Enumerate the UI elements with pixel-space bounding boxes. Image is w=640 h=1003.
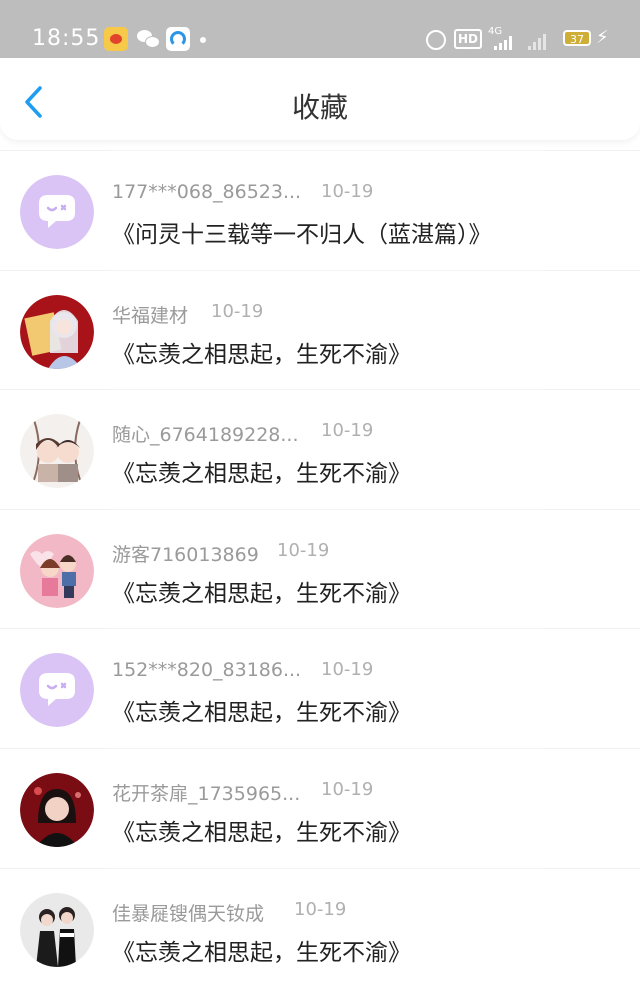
- username: 佳暴屣锼偶天钕成: [112, 902, 265, 925]
- list-item[interactable]: 华福建材 10-19 《忘羡之相思起，生死不渝》: [0, 269, 640, 390]
- photo-avatar: [20, 892, 94, 967]
- status-time: 18:55: [32, 26, 101, 51]
- date: 10-19: [321, 778, 374, 800]
- book-title: 《忘羡之相思起，生死不渝》: [112, 819, 411, 846]
- photo-avatar: [20, 294, 94, 369]
- favorites-list: 177***068_86523... 10-19 《问灵十三载等一不归人（蓝湛篇…: [0, 150, 640, 987]
- qq-browser-icon: [166, 27, 190, 51]
- default-chat-avatar: [20, 653, 94, 728]
- date: 10-19: [321, 181, 374, 202]
- username: 152***820_83186...: [112, 659, 302, 682]
- weibo-icon: [104, 27, 128, 51]
- page-title: 收藏: [291, 91, 348, 124]
- header: 收藏: [0, 58, 640, 140]
- list-item[interactable]: 随心_6764189228... 10-19 《忘羡之相思起，生死不渝》: [0, 389, 640, 509]
- date: 10-19: [294, 898, 347, 920]
- list-item[interactable]: 177***068_86523... 10-19 《问灵十三载等一不归人（蓝湛篇…: [0, 150, 640, 270]
- book-title: 《忘羡之相思起，生死不渝》: [112, 461, 411, 488]
- date: 10-19: [321, 659, 374, 681]
- cartoon-avatar: [20, 533, 94, 608]
- list-item[interactable]: 游客716013869 10-19 《忘羡之相思起，生死不渝》: [0, 508, 640, 629]
- username: 随心_6764189228...: [112, 424, 299, 447]
- book-title: 《问灵十三载等一不归人（蓝湛篇）》: [112, 222, 492, 248]
- list-item[interactable]: 花开茶扉_1735965... 10-19 《忘羡之相思起，生死不渝》: [0, 747, 640, 868]
- book-title: 《忘羡之相思起，生死不渝》: [112, 939, 411, 966]
- date: 10-19: [321, 420, 374, 442]
- cartoon-avatar: [20, 414, 94, 489]
- battery-icon: 37: [563, 30, 591, 46]
- charging-icon: ⚡: [596, 27, 609, 48]
- hd-badge: HD: [454, 29, 483, 49]
- date: 10-19: [277, 539, 330, 561]
- list-item[interactable]: 佳暴屣锼偶天钕成 10-19 《忘羡之相思起，生死不渝》: [0, 867, 640, 988]
- username: 177***068_86523...: [112, 181, 302, 203]
- book-title: 《忘羡之相思起，生死不渝》: [112, 700, 411, 727]
- book-title: 《忘羡之相思起，生死不渝》: [112, 580, 411, 607]
- username: 花开茶扉_1735965...: [112, 782, 301, 805]
- default-chat-avatar: [20, 175, 94, 249]
- alarm-icon: [426, 30, 446, 50]
- username: 游客716013869: [112, 543, 259, 566]
- photo-avatar: [20, 772, 94, 847]
- book-title: 《忘羡之相思起，生死不渝》: [112, 341, 411, 368]
- list-item[interactable]: 152***820_83186... 10-19 《忘羡之相思起，生死不渝》: [0, 628, 640, 748]
- signal-icon: [494, 36, 516, 50]
- signal-secondary-icon: [528, 32, 552, 50]
- username: 华福建材: [112, 304, 189, 327]
- date: 10-19: [211, 300, 264, 322]
- status-bar: 18:55 HD 4G 37 ⚡: [0, 0, 640, 58]
- wechat-icon: [136, 27, 160, 51]
- more-notifications-icon: [200, 37, 206, 43]
